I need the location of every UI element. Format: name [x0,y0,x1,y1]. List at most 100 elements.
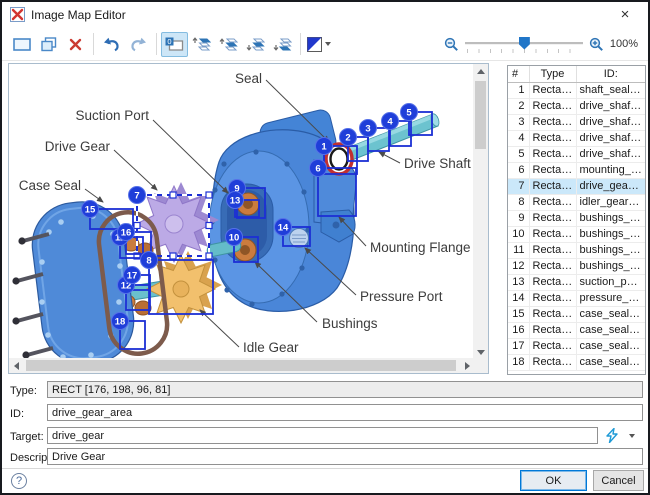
cell-number[interactable]: 4 [508,130,529,146]
cell-id[interactable]: case_seal_area [576,322,645,338]
delete-button[interactable] [62,32,89,57]
table-row[interactable]: 11Rectanglebushings_area [508,242,645,258]
cell-number[interactable]: 2 [508,98,529,114]
cell-id[interactable]: mounting_flange_area [576,162,645,178]
toggle-numbers-button[interactable]: 0 [161,32,188,57]
cell-id[interactable]: case_seal_area [576,354,645,370]
cell-number[interactable]: 18 [508,354,529,370]
cell-number[interactable]: 9 [508,210,529,226]
cell-id[interactable]: bushings_area [576,210,645,226]
zoom-slider[interactable] [465,36,583,53]
selection-handle[interactable] [134,223,140,229]
vertical-scrollbar[interactable] [473,64,488,360]
help-icon[interactable]: ? [11,473,27,489]
id-field[interactable]: drive_gear_area [47,404,643,421]
cell-number[interactable]: 6 [508,162,529,178]
horizontal-scrollbar[interactable] [9,358,475,373]
scroll-left-icon[interactable] [9,358,24,373]
cell-id[interactable]: suction_port_area [576,274,645,290]
image-map-canvas[interactable]: SealSuction PortDrive GearCase SealDrive… [8,63,489,374]
send-to-back-button[interactable] [269,32,296,57]
selection-handle[interactable] [170,253,176,259]
cell-type[interactable]: Rectangle [529,146,576,162]
cell-type[interactable]: Rectangle [529,162,576,178]
cell-number[interactable]: 15 [508,306,529,322]
table-row[interactable]: 14Rectanglepressure_port_area [508,290,645,306]
cell-id[interactable]: case_seal_area [576,338,645,354]
cell-number[interactable]: 3 [508,114,529,130]
cell-id[interactable]: drive_shaft_area [576,114,645,130]
cell-type[interactable]: Rectangle [529,82,576,98]
rectangle-tool-button[interactable] [8,32,35,57]
table-row[interactable]: 15Rectanglecase_seal_area [508,306,645,322]
ok-button[interactable]: OK [520,470,587,491]
cell-type[interactable]: Rectangle [529,194,576,210]
cell-number[interactable]: 5 [508,146,529,162]
redo-button[interactable] [125,32,152,57]
table-row[interactable]: 13Rectanglesuction_port_area [508,274,645,290]
cell-id[interactable]: drive_shaft_area [576,130,645,146]
zoom-in-icon[interactable] [589,37,604,52]
table-row[interactable]: 9Rectanglebushings_area [508,210,645,226]
table-row[interactable]: 10Rectanglebushings_area [508,226,645,242]
cell-type[interactable]: Rectangle [529,258,576,274]
cell-number[interactable]: 1 [508,82,529,98]
table-row[interactable]: 3Rectangledrive_shaft_area [508,114,645,130]
selection-handle[interactable] [206,223,212,229]
cell-type[interactable]: Rectangle [529,98,576,114]
table-row[interactable]: 4Rectangledrive_shaft_area [508,130,645,146]
cell-id[interactable]: bushings_area [576,226,645,242]
column-header-id[interactable]: ID: [576,66,645,82]
cell-id[interactable]: bushings_area [576,258,645,274]
table-row[interactable]: 5Rectangledrive_shaft_area [508,146,645,162]
cell-id[interactable]: case_seal_area [576,306,645,322]
cell-type[interactable]: Rectangle [529,322,576,338]
cell-number[interactable]: 17 [508,338,529,354]
cell-type[interactable]: Rectangle [529,114,576,130]
cell-number[interactable]: 7 [508,178,529,194]
selection-handle[interactable] [206,192,212,198]
cell-id[interactable]: drive_shaft_area [576,98,645,114]
table-row[interactable]: 7Rectangledrive_gear_area [508,178,645,194]
cell-id[interactable]: shaft_seal_area [576,82,645,98]
table-row[interactable]: 17Rectanglecase_seal_area [508,338,645,354]
selection-handle[interactable] [170,192,176,198]
table-row[interactable]: 1Rectangleshaft_seal_area [508,82,645,98]
zoom-out-icon[interactable] [444,37,459,52]
cell-type[interactable]: Rectangle [529,210,576,226]
cell-type[interactable]: Rectangle [529,178,576,194]
cell-id[interactable]: drive_gear_area [576,178,645,194]
table-row[interactable]: 16Rectanglecase_seal_area [508,322,645,338]
selection-handle[interactable] [206,253,212,259]
vertical-scroll-thumb[interactable] [475,81,486,149]
description-field[interactable]: Drive Gear [47,448,643,465]
table-row[interactable]: 18Rectanglecase_seal_area [508,354,645,370]
cell-number[interactable]: 12 [508,258,529,274]
table-row[interactable]: 2Rectangledrive_shaft_area [508,98,645,114]
table-row[interactable]: 8Rectangleidler_gear_area [508,194,645,210]
column-header-type[interactable]: Type [529,66,576,82]
table-row[interactable]: 6Rectanglemounting_flange_area [508,162,645,178]
cell-number[interactable]: 11 [508,242,529,258]
horizontal-scroll-thumb[interactable] [26,360,456,371]
cell-type[interactable]: Rectangle [529,130,576,146]
cell-id[interactable]: pressure_port_area [576,290,645,306]
bring-forward-button[interactable] [215,32,242,57]
cell-type[interactable]: Rectangle [529,242,576,258]
column-header-number[interactable]: # [508,66,529,82]
cancel-button[interactable]: Cancel [593,470,644,491]
cell-type[interactable]: Rectangle [529,354,576,370]
close-icon[interactable]: × [610,5,640,25]
undo-button[interactable] [98,32,125,57]
scroll-up-icon[interactable] [473,64,488,79]
cell-id[interactable]: drive_shaft_area [576,146,645,162]
cell-id[interactable]: bushings_area [576,242,645,258]
cell-number[interactable]: 16 [508,322,529,338]
cell-number[interactable]: 8 [508,194,529,210]
cell-type[interactable]: Rectangle [529,306,576,322]
color-picker-button[interactable] [305,32,332,57]
cell-number[interactable]: 10 [508,226,529,242]
cell-id[interactable]: idler_gear_area [576,194,645,210]
send-backward-button[interactable] [242,32,269,57]
cell-type[interactable]: Rectangle [529,338,576,354]
